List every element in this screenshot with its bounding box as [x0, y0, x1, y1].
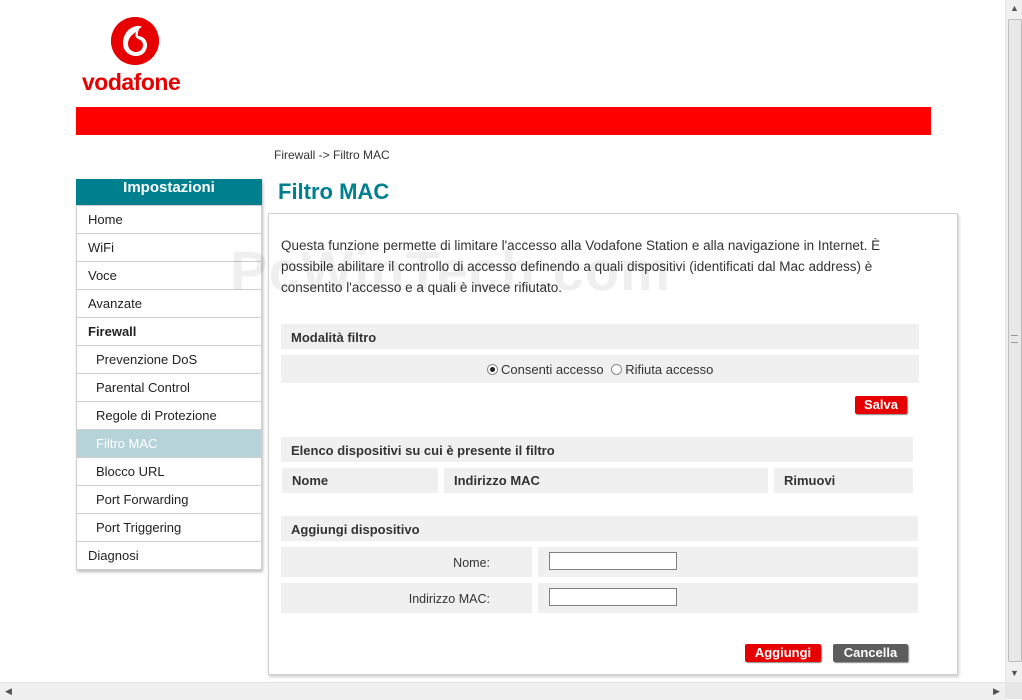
vodafone-speechmark-icon	[111, 17, 159, 65]
sidebar-item-parental-control[interactable]: Parental Control	[76, 374, 262, 402]
mac-address-input[interactable]	[549, 588, 677, 606]
sidebar-item-prevenzione-dos[interactable]: Prevenzione DoS	[76, 346, 262, 374]
filter-mode-options: Consenti accesso Rifiuta accesso	[487, 362, 713, 377]
sidebar-item-filtro-mac[interactable]: Filtro MAC	[76, 430, 262, 458]
add-device-heading: Aggiungi dispositivo	[291, 522, 420, 537]
scroll-up-icon[interactable]: ▲	[1006, 0, 1022, 17]
scroll-right-icon[interactable]: ▶	[988, 683, 1005, 700]
add-button[interactable]: Aggiungi	[745, 644, 821, 662]
column-header-indirizzo-mac: Indirizzo MAC	[444, 468, 768, 493]
header-bar	[76, 107, 931, 135]
filter-mode-header	[281, 324, 919, 349]
watermark: PcWinTech.com	[230, 239, 671, 302]
mac-label: Indirizzo MAC:	[408, 592, 490, 606]
scroll-left-icon[interactable]: ◀	[0, 683, 17, 700]
radio-label-consenti: Consenti accesso	[501, 362, 604, 377]
filter-mode-heading: Modalità filtro	[291, 330, 377, 345]
vodafone-logo: vodafone	[82, 17, 192, 97]
save-button[interactable]: Salva	[855, 396, 907, 414]
scrollbar-corner	[1005, 682, 1022, 699]
radio-label-rifiuta: Rifiuta accesso	[625, 362, 714, 377]
sidebar-item-firewall[interactable]: Firewall	[76, 318, 262, 346]
sidebar-title: Impostazioni	[76, 179, 262, 205]
horizontal-scrollbar[interactable]: ◀ ▶	[0, 682, 1005, 700]
cancel-button[interactable]: Cancella	[833, 644, 908, 662]
name-input[interactable]	[549, 552, 677, 570]
column-header-nome: Nome	[282, 468, 438, 493]
sidebar-item-port-triggering[interactable]: Port Triggering	[76, 514, 262, 542]
sidebar-item-home[interactable]: Home	[76, 205, 262, 234]
breadcrumb: Firewall -> Filtro MAC	[274, 148, 390, 162]
scroll-down-icon[interactable]: ▼	[1006, 665, 1022, 682]
sidebar-item-blocco-url[interactable]: Blocco URL	[76, 458, 262, 486]
vertical-scrollbar[interactable]: ▲ ▼	[1005, 0, 1022, 682]
device-list-heading: Elenco dispositivi su cui è presente il …	[291, 443, 555, 458]
radio-rifiuta-accesso[interactable]	[611, 364, 623, 375]
sidebar-item-diagnosi[interactable]: Diagnosi	[76, 542, 262, 570]
brand-name: vodafone	[82, 69, 181, 95]
page-title: Filtro MAC	[278, 179, 390, 204]
scroll-grip-icon	[1011, 335, 1018, 343]
name-label: Nome:	[453, 556, 490, 570]
sidebar-item-regole-di-protezione[interactable]: Regole di Protezione	[76, 402, 262, 430]
sidebar-item-port-forwarding[interactable]: Port Forwarding	[76, 486, 262, 514]
column-header-rimuovi: Rimuovi	[774, 468, 913, 493]
radio-consenti-accesso[interactable]	[487, 364, 498, 375]
